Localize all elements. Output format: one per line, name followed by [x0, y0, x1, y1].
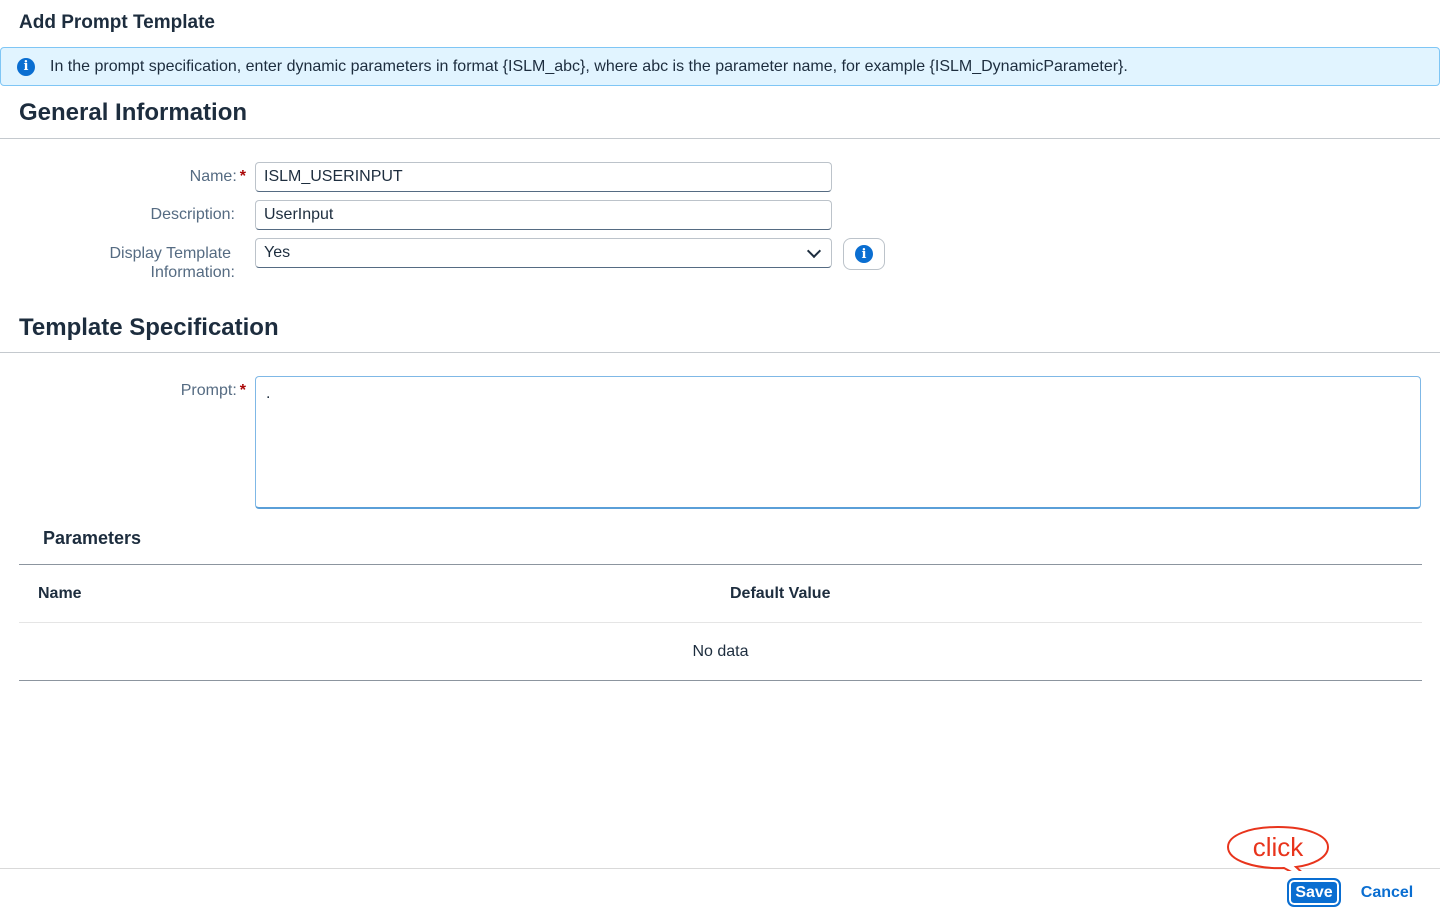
column-header-name: Name [38, 585, 82, 602]
name-label: Name: * [0, 168, 246, 186]
general-information-title: General Information [19, 99, 248, 126]
cancel-button[interactable]: Cancel [1352, 878, 1422, 907]
table-top-border [19, 564, 1422, 565]
column-header-default-value: Default Value [730, 585, 831, 602]
add-prompt-template-dialog: Add Prompt Template i In the prompt spec… [0, 0, 1440, 917]
description-input[interactable]: UserInput [255, 200, 832, 230]
table-bottom-border [19, 680, 1422, 681]
prompt-textarea[interactable]: . [255, 376, 1421, 509]
chevron-down-icon [806, 243, 822, 258]
template-specification-title: Template Specification [19, 314, 279, 341]
info-message-text: In the prompt specification, enter dynam… [50, 57, 1128, 75]
required-indicator: * [239, 382, 246, 399]
display-label-line2: Information: [150, 264, 235, 281]
display-select-value: Yes [264, 244, 291, 261]
description-input-value: UserInput [264, 206, 334, 223]
footer-divider [0, 868, 1440, 869]
table-no-data: No data [692, 643, 749, 660]
click-callout-text: click [1252, 832, 1304, 862]
table-header-divider [19, 622, 1422, 623]
name-input[interactable]: ISLM_USERINPUT [255, 162, 832, 192]
name-label-text: Name: [189, 168, 237, 185]
dialog-title: Add Prompt Template [19, 12, 215, 33]
section-divider [0, 138, 1440, 139]
display-label-line1: Display Template [109, 245, 231, 262]
name-input-value: ISLM_USERINPUT [264, 168, 403, 185]
required-indicator: * [239, 168, 246, 185]
info-message-strip: i In the prompt specification, enter dyn… [0, 47, 1440, 86]
parameters-title: Parameters [43, 528, 142, 548]
prompt-label: Prompt: * [0, 382, 246, 400]
description-label: Description: [150, 206, 235, 223]
prompt-label-text: Prompt: [180, 382, 237, 399]
info-icon: i [17, 57, 35, 76]
info-icon: i [855, 245, 873, 263]
save-button[interactable]: Save [1287, 878, 1341, 907]
display-template-information-label: Display Template Information: [0, 244, 235, 282]
section-divider [0, 352, 1440, 353]
display-template-information-select[interactable]: Yes [255, 238, 832, 268]
prompt-textarea-value: . [266, 385, 271, 402]
template-info-button[interactable]: i [843, 238, 885, 270]
